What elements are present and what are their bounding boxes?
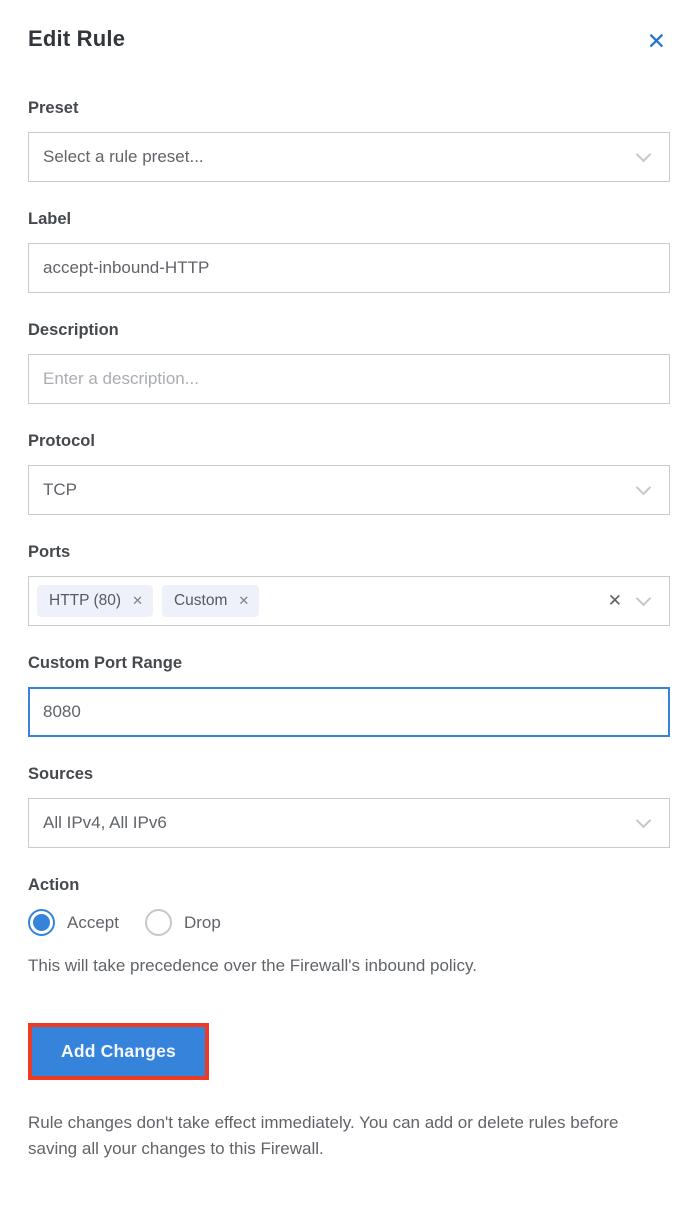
label-field-label: Label (28, 210, 670, 229)
chip-remove-icon[interactable]: ✕ (238, 593, 249, 609)
chevron-down-icon (636, 812, 652, 828)
label-input-wrapper (28, 243, 670, 293)
chip-remove-icon[interactable]: ✕ (132, 593, 143, 609)
ports-controls: ✕ (608, 591, 655, 611)
sources-value: All IPv4, All IPv6 (43, 813, 167, 833)
radio-circle-icon (28, 909, 55, 936)
action-helper-text: This will take precedence over the Firew… (28, 956, 670, 976)
port-chip[interactable]: Custom ✕ (162, 585, 259, 617)
protocol-label: Protocol (28, 432, 670, 451)
add-changes-button[interactable]: Add Changes (32, 1027, 205, 1076)
preset-label: Preset (28, 99, 670, 118)
protocol-value: TCP (43, 480, 77, 500)
action-label: Action (28, 876, 670, 895)
label-input[interactable] (43, 244, 655, 292)
close-icon: ✕ (647, 28, 666, 54)
drawer-title: Edit Rule (28, 26, 125, 52)
radio-accept[interactable]: Accept (28, 909, 119, 936)
edit-rule-drawer: Edit Rule ✕ Preset Select a rule preset.… (0, 0, 694, 1224)
custom-port-range-label: Custom Port Range (28, 654, 670, 673)
custom-port-range-wrapper (28, 687, 670, 737)
chevron-down-icon (636, 479, 652, 495)
radio-drop-label: Drop (184, 913, 221, 933)
port-chip-label: HTTP (80) (49, 592, 121, 610)
description-input[interactable] (43, 355, 655, 403)
annotation-highlight: Add Changes (28, 1023, 209, 1080)
sources-select[interactable]: All IPv4, All IPv6 (28, 798, 670, 848)
ports-multiselect[interactable]: HTTP (80) ✕ Custom ✕ ✕ (28, 576, 670, 626)
close-button[interactable]: ✕ (643, 28, 670, 55)
description-label: Description (28, 321, 670, 340)
chevron-down-icon (636, 590, 652, 606)
description-input-wrapper (28, 354, 670, 404)
action-radio-group: Accept Drop (28, 909, 670, 936)
protocol-select[interactable]: TCP (28, 465, 670, 515)
clear-all-icon[interactable]: ✕ (608, 591, 622, 611)
radio-circle-icon (145, 909, 172, 936)
ports-label: Ports (28, 543, 670, 562)
footer-note: Rule changes don't take effect immediate… (28, 1110, 670, 1163)
sources-label: Sources (28, 765, 670, 784)
port-chip[interactable]: HTTP (80) ✕ (37, 585, 153, 617)
custom-port-range-input[interactable] (43, 689, 655, 735)
preset-select[interactable]: Select a rule preset... (28, 132, 670, 182)
drawer-header: Edit Rule ✕ (28, 26, 670, 55)
port-chip-label: Custom (174, 592, 227, 610)
preset-placeholder: Select a rule preset... (43, 147, 204, 167)
radio-accept-label: Accept (67, 913, 119, 933)
radio-drop[interactable]: Drop (145, 909, 221, 936)
chevron-down-icon (636, 146, 652, 162)
